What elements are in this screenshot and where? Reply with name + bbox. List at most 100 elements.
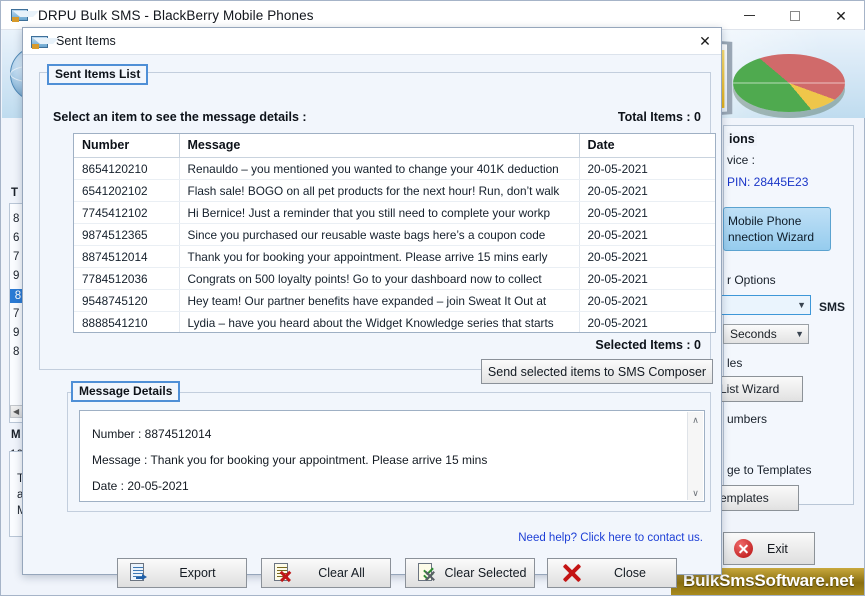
templates-button[interactable]: emplates: [713, 485, 799, 511]
cell-message: Since you purchased our reusable waste b…: [179, 223, 580, 246]
table-header-row: Number Message Date: [74, 134, 715, 158]
list-item[interactable]: 7: [13, 251, 19, 263]
send-selected-items-button[interactable]: Send selected items to SMS Composer: [481, 359, 713, 384]
list-item[interactable]: 8: [13, 346, 19, 358]
wizard-button-line1: Mobile Phone: [728, 214, 802, 228]
cell-message: Hi Bernice! Just a reminder that you sti…: [179, 201, 580, 224]
cell-message: Flash sale! BOGO on all pet products for…: [179, 179, 580, 202]
contact-help-link[interactable]: Need help? Click here to contact us.: [518, 532, 703, 544]
sent-items-dialog: Sent Items ✕ Sent Items List Select an i…: [22, 27, 722, 588]
app-title: DRPU Bulk SMS - BlackBerry Mobile Phones: [38, 7, 314, 23]
clear-all-button-label: Clear All: [318, 566, 365, 580]
selected-items-count: Selected Items : 0: [595, 338, 701, 352]
send-selected-items-label: Send selected items to SMS Composer: [487, 364, 707, 379]
templates-label: ge to Templates: [727, 463, 812, 477]
list-item[interactable]: 9: [13, 327, 19, 339]
clear-selected-button-label: Clear Selected: [444, 566, 527, 580]
cell-message: Congrats on 500 loyalty points! Go to yo…: [179, 267, 580, 290]
detail-date-line: Date : 20-05-2021: [92, 479, 189, 493]
table-row[interactable]: 6541202102 Flash sale! BOGO on all pet pr…: [74, 179, 715, 202]
table-row[interactable]: 8654120210 Renauldo – you mentioned you w…: [74, 157, 715, 180]
list-item[interactable]: 9: [13, 270, 19, 282]
sender-options-label: r Options: [727, 273, 776, 287]
clear-all-button[interactable]: Clear All: [261, 558, 391, 588]
cell-message: Lydia – have you heard about the Widget …: [179, 311, 580, 332]
cell-number: 9874512365: [74, 223, 180, 246]
cell-message: Hey team! Our partner benefits have expa…: [179, 289, 580, 312]
table-row[interactable]: 9874512365 Since you purchased our reusab…: [74, 223, 715, 246]
list-item[interactable]: 8: [13, 213, 19, 225]
list-wizard-button[interactable]: List Wizard: [713, 376, 803, 402]
pie-chart-icon: [733, 54, 845, 116]
message-details-legend: Message Details: [71, 381, 181, 402]
total-items-count: Total Items : 0: [617, 110, 701, 124]
detail-message-line: Message : Thank you for booking your app…: [92, 453, 488, 467]
window-controls: ✕: [726, 1, 864, 30]
cell-number: 7784512036: [74, 267, 180, 290]
sent-items-list-legend: Sent Items List: [47, 64, 149, 85]
sent-items-grid[interactable]: Number Message Date 8654120210 Renauldo –…: [73, 133, 716, 333]
cell-date: 20-05-2021: [579, 311, 715, 332]
list-item[interactable]: 7: [13, 308, 19, 320]
scroll-down-icon[interactable]: ∨: [688, 485, 703, 500]
details-vertical-scrollbar[interactable]: ∧ ∨: [687, 412, 703, 500]
files-label: les: [727, 356, 743, 370]
cell-number: 6541202102: [74, 179, 180, 202]
sent-items-hint-row: Select an item to see the message detail…: [53, 110, 701, 124]
column-header-number[interactable]: Number: [74, 134, 180, 158]
table-row[interactable]: 8874512014 Thank you for booking your app…: [74, 245, 715, 268]
chevron-down-icon: ▼: [797, 300, 806, 310]
device-pin: PIN: 28445E23: [727, 175, 809, 189]
cell-date: 20-05-2021: [579, 223, 715, 246]
list-wizard-button-label: List Wizard: [720, 382, 780, 396]
table-row[interactable]: 9548745120 Hey team! Our partner benefits…: [74, 289, 715, 312]
delay-unit-combo-value: Seconds: [730, 327, 777, 341]
column-header-message[interactable]: Message: [179, 134, 580, 158]
dialog-close-icon[interactable]: ✕: [693, 30, 717, 52]
numbers-label: umbers: [727, 412, 768, 426]
cell-number: 8874512014: [74, 245, 180, 268]
red-x-icon: [560, 561, 584, 585]
table-row[interactable]: 7784512036 Congrats on 500 loyalty points…: [74, 267, 715, 290]
close-window-button[interactable]: ✕: [818, 1, 864, 30]
to-label-fragment: T: [11, 187, 19, 199]
clear-selected-icon: [415, 562, 437, 584]
cell-number: 8888541210: [74, 311, 180, 332]
select-item-hint: Select an item to see the message detail…: [53, 110, 307, 124]
close-dialog-button[interactable]: Close: [547, 558, 677, 588]
screen-root: DRPU Bulk SMS - BlackBerry Mobile Phones…: [0, 0, 865, 596]
cell-date: 20-05-2021: [579, 245, 715, 268]
mobile-phone-connection-wizard-button[interactable]: Mobile Phone nnection Wizard: [723, 207, 831, 251]
cell-number: 9548745120: [74, 289, 180, 312]
wizard-button-line2: nnection Wizard: [728, 230, 815, 244]
cell-date: 20-05-2021: [579, 289, 715, 312]
delay-unit-combo[interactable]: Seconds ▼: [723, 324, 809, 344]
dialog-button-bar: Export Clear All Clear Selected Close: [23, 558, 723, 592]
cell-date: 20-05-2021: [579, 267, 715, 290]
clear-selected-button[interactable]: Clear Selected: [405, 558, 535, 588]
message-type-combo[interactable]: ▼: [717, 295, 811, 315]
exit-button-label: Exit: [767, 541, 788, 556]
m-label-fragment: M: [11, 429, 21, 441]
export-document-icon: [127, 562, 149, 584]
list-item[interactable]: 6: [13, 232, 19, 244]
message-details-textarea[interactable]: Number : 8874512014 Message : Thank you …: [79, 410, 705, 502]
cell-message: Renauldo – you mentioned you wanted to c…: [179, 157, 580, 180]
dialog-envelope-icon: [31, 34, 59, 49]
exit-button[interactable]: Exit: [723, 532, 815, 565]
options-panel-legend: ions: [727, 132, 757, 146]
column-header-date[interactable]: Date: [579, 134, 715, 158]
cell-number: 7745412102: [74, 201, 180, 224]
close-button-label: Close: [614, 566, 646, 580]
table-row[interactable]: 7745412102 Hi Bernice! Just a reminder th…: [74, 201, 715, 224]
cell-date: 20-05-2021: [579, 157, 715, 180]
cell-number: 8654120210: [74, 157, 180, 180]
app-envelope-icon: [11, 7, 39, 23]
scroll-up-icon[interactable]: ∧: [688, 412, 703, 427]
dialog-title-bar: Sent Items ✕: [23, 28, 721, 55]
maximize-button[interactable]: [772, 1, 818, 30]
table-row[interactable]: 8888541210 Lydia – have you heard about t…: [74, 311, 715, 332]
export-button-label: Export: [179, 566, 216, 580]
export-button[interactable]: Export: [117, 558, 247, 588]
minimize-button[interactable]: [726, 1, 772, 30]
